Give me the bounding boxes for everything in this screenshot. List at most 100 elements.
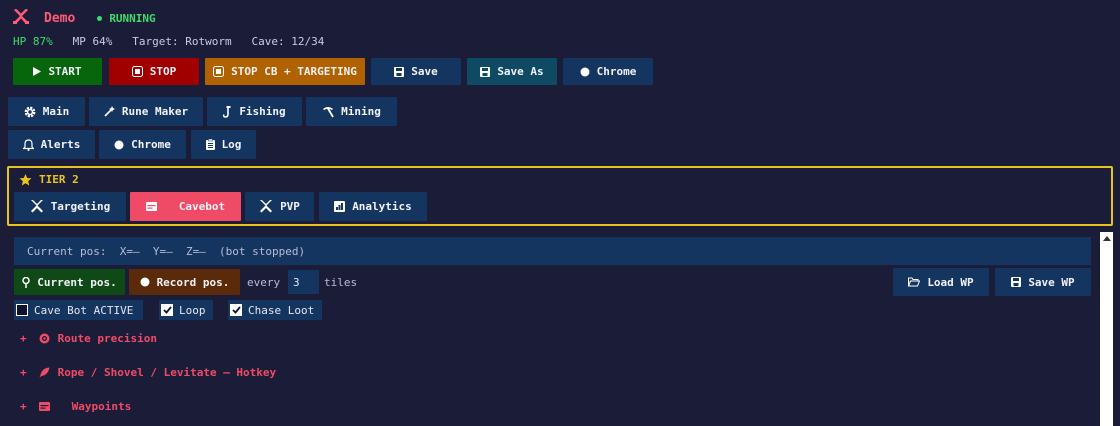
checkmark-icon (230, 304, 242, 316)
tab-cavebot[interactable]: Cavebot (130, 192, 241, 221)
checkbox-box-icon (16, 304, 28, 316)
nav-main-label: Main (42, 105, 70, 118)
target-stat: Target: Rotworm (132, 35, 232, 48)
nav-chrome[interactable]: Chrome (99, 130, 186, 159)
bell-icon (22, 138, 34, 151)
nav-main[interactable]: Main (8, 97, 85, 126)
floppy-disk-icon (480, 66, 491, 77)
loop-checkbox[interactable]: Loop (159, 300, 213, 320)
stop-cavebot-targeting-button[interactable]: STOP CB + TARGETING (205, 58, 365, 85)
status-dot-icon (97, 15, 103, 21)
crossed-swords-icon (259, 200, 273, 213)
load-wp-label: Load WP (927, 275, 974, 289)
stop-button[interactable]: STOP (109, 58, 199, 85)
chrome-button[interactable]: Chrome (563, 58, 653, 85)
tab-targeting-label: Targeting (50, 200, 111, 213)
start-label: START (48, 65, 82, 78)
expand-plus-icon: + (20, 366, 27, 379)
save-button[interactable]: Save (371, 58, 461, 85)
magic-wand-icon (104, 106, 115, 117)
folder-open-icon (908, 277, 921, 287)
route-precision-label: Route precision (57, 332, 157, 345)
pickaxe-icon (322, 106, 334, 118)
record-dot-icon (140, 277, 150, 287)
tiles-interval-input[interactable]: 3 (288, 270, 319, 294)
load-waypoints-button[interactable]: Load WP (893, 268, 989, 296)
clipboard-icon (205, 139, 215, 150)
play-icon (33, 67, 42, 76)
status-badge: RUNNING (97, 11, 156, 25)
save-as-label: Save As (497, 65, 544, 78)
current-pos-button[interactable]: Current pos. (14, 269, 125, 295)
stats-line: HP 87% MP 64% Target: Rotworm Cave: 12/3… (13, 35, 324, 48)
gear-icon (24, 106, 36, 118)
nav-alerts[interactable]: Alerts (8, 130, 95, 159)
floppy-disk-icon (394, 66, 405, 77)
app-name: Demo (44, 10, 76, 26)
tier-label: TIER 2 (19, 173, 79, 186)
nav-log-label: Log (221, 138, 242, 151)
section-rope-shovel-levitate[interactable]: + Rope / Shovel / Levitate — Hotkey (20, 366, 276, 379)
map-icon (145, 202, 157, 211)
stop-icon (213, 66, 225, 77)
target-icon (39, 333, 50, 344)
circle-icon (580, 67, 590, 77)
expand-plus-icon: + (20, 400, 27, 413)
section-route-precision[interactable]: + Route precision (20, 332, 157, 345)
tab-targeting[interactable]: Targeting (14, 192, 126, 221)
rope-shovel-label: Rope / Shovel / Levitate — Hotkey (57, 366, 277, 379)
tab-analytics-label: Analytics (352, 200, 412, 213)
app-header: Demo RUNNING (12, 8, 156, 28)
chase-loot-label: Chase Loot (248, 303, 315, 317)
tab-analytics[interactable]: Analytics (319, 192, 427, 221)
nav-rune-maker-label: Rune Maker (121, 105, 189, 118)
scroll-up-arrow-icon[interactable] (1102, 234, 1111, 242)
status-text: RUNNING (109, 11, 156, 25)
map-pin-icon (22, 276, 30, 288)
nav-alerts-label: Alerts (40, 138, 81, 151)
save-label: Save (411, 65, 438, 78)
nav-fishing-label: Fishing (239, 105, 286, 118)
star-icon (19, 173, 32, 186)
tab-pvp[interactable]: PVP (245, 192, 314, 221)
current-position-readout: Current pos: X=– Y=– Z=– (bot stopped) (14, 237, 1091, 265)
feather-icon (39, 367, 50, 378)
start-button[interactable]: START (13, 58, 102, 85)
floppy-disk-icon (1011, 277, 1022, 287)
current-pos-label: Current pos. (37, 275, 117, 289)
chart-icon (334, 201, 346, 212)
loop-label: Loop (179, 303, 206, 317)
nav-rune-maker[interactable]: Rune Maker (89, 97, 203, 126)
cave-stat: Cave: 12/34 (251, 35, 325, 48)
save-as-button[interactable]: Save As (467, 58, 557, 85)
hp-stat: HP 87% (13, 35, 53, 48)
record-pos-button[interactable]: Record pos. (129, 269, 240, 295)
tab-cavebot-label: Cavebot (178, 200, 226, 213)
stop-cb-label: STOP CB + TARGETING (231, 65, 357, 78)
vertical-scrollbar[interactable] (1100, 232, 1113, 426)
nav-chrome-label: Chrome (131, 138, 171, 151)
record-pos-label: Record pos. (156, 275, 230, 289)
save-waypoints-button[interactable]: Save WP (995, 268, 1091, 296)
chase-loot-checkbox[interactable]: Chase Loot (228, 300, 322, 320)
tiles-label: tiles (324, 276, 358, 289)
waypoints-label: Waypoints (71, 400, 132, 413)
save-wp-label: Save WP (1028, 275, 1075, 289)
cave-bot-active-label: Cave Bot ACTIVE (34, 303, 134, 317)
fishing-hook-icon (223, 105, 232, 118)
mp-stat: MP 64% (72, 35, 113, 48)
nav-mining[interactable]: Mining (306, 97, 397, 126)
nav-mining-label: Mining (341, 105, 381, 118)
tab-pvp-label: PVP (280, 200, 300, 213)
nav-log[interactable]: Log (191, 130, 256, 159)
expand-plus-icon: + (20, 332, 27, 345)
stop-label: STOP (149, 65, 177, 78)
cave-bot-active-checkbox[interactable]: Cave Bot ACTIVE (14, 300, 143, 320)
every-label: every (247, 276, 281, 289)
tier-label-text: TIER 2 (39, 173, 79, 186)
nav-fishing[interactable]: Fishing (207, 97, 302, 126)
map-icon (38, 402, 50, 411)
crossed-swords-logo-icon (12, 8, 30, 28)
circle-icon (114, 140, 124, 150)
section-waypoints[interactable]: + Waypoints (20, 400, 131, 413)
